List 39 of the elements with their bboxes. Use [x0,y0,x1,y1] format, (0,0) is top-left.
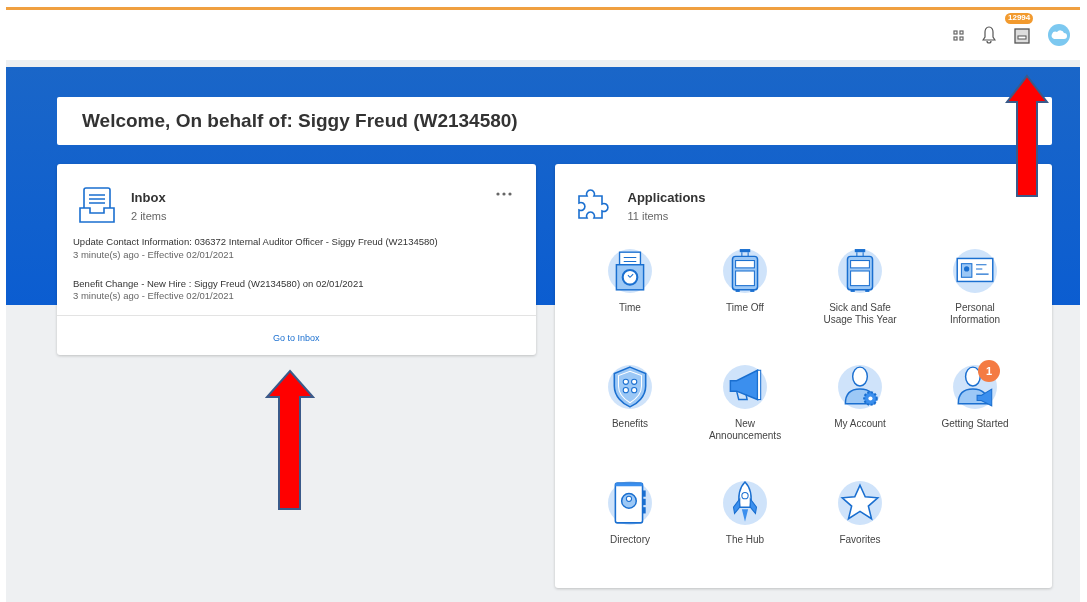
rocket-icon [722,480,768,526]
go-to-inbox-link[interactable]: Go to Inbox [273,333,320,344]
suitcase-icon [722,248,768,294]
card-title: Applications [627,189,706,207]
address-book-icon [607,480,653,526]
inbox-item[interactable]: Benefit Change - New Hire : Siggy Freud (W2134580) on 02/01/2021 3 minute(s) ago - Effective 02/01/2021 [73,277,520,304]
notification-count-badge: 12994 [1005,13,1034,24]
item-count: 2 items [131,208,167,224]
more-options-icon[interactable] [495,192,512,196]
suitcase-icon [837,248,883,294]
notification-badge: 1 [978,360,1000,382]
puzzle-piece-icon [576,186,611,220]
item-meta: 3 minute(s) ago - Effective 02/01/2021 [73,248,235,262]
application-tile[interactable]: Favorites [802,480,918,580]
id-card-icon [952,248,998,294]
application-tile[interactable]: Sick and Safe Usage This Year [802,248,918,348]
item-title: Update Contact Information: 036372 Internal Auditor Officer - Siggy Freud (W2134580) [73,236,439,249]
apps-grid-icon[interactable] [953,29,964,41]
application-tile[interactable]: The Hub [687,480,803,580]
application-tile[interactable]: Directory [572,480,688,580]
item-title: Benefit Change - New Hire : Siggy Freud (W2134580) on 02/01/2021 [73,277,365,291]
person-gear-icon [837,364,883,410]
application-tile[interactable]: My Account [802,364,918,464]
item-count: 11 items [627,208,670,224]
shield-icon [607,364,653,410]
application-tile[interactable]: Time [572,248,688,348]
notifications-icon[interactable] [982,26,996,44]
inbox-tray-icon [79,186,115,224]
application-tile[interactable]: New Announcements [687,364,803,464]
inbox-item[interactable]: Update Contact Information: 036372 Internal Auditor Officer - Siggy Freud (W2134580) 3 minute(s) ago - Effective 02/01/2021 [73,236,520,262]
clock-icon [607,248,653,294]
welcome-title: Welcome, On behalf of: Siggy Freud (W2134580) [82,108,518,133]
inbox-tray-icon[interactable] [1014,27,1030,44]
application-tile[interactable]: Benefits [572,364,688,464]
application-tile[interactable]: Time Off [687,248,803,348]
application-tile[interactable]: Personal Information [917,248,1033,348]
megaphone-icon [722,364,768,410]
item-meta: 3 minute(s) ago - Effective 02/01/2021 [73,290,235,304]
card-title: Inbox [131,189,167,207]
